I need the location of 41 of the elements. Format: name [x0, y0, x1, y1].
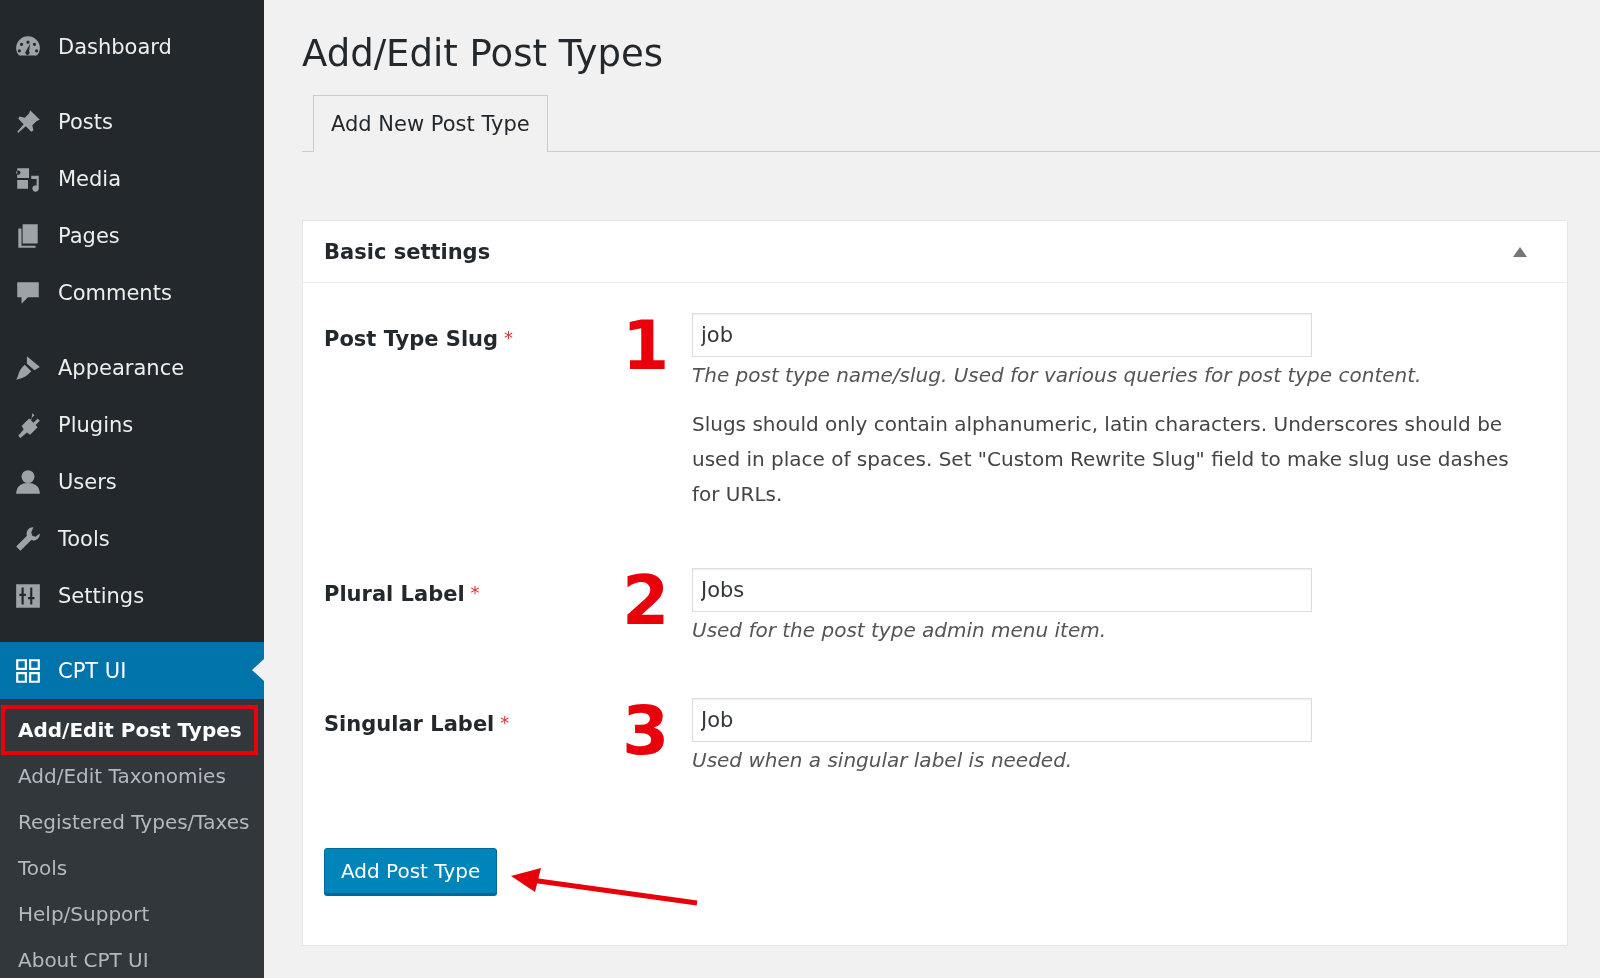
field-description: Used when a singular label is needed.: [692, 748, 1074, 772]
sidebar-menu-item[interactable]: Users: [0, 453, 264, 510]
tab[interactable]: Add New Post Type: [313, 95, 548, 152]
field-label: Singular Label: [324, 712, 495, 736]
field-description: The post type name/slug. Used for various queries for post type content.: [692, 363, 1423, 387]
sidebar-menu-item[interactable]: Tools: [0, 510, 264, 567]
text-input[interactable]: job: [692, 313, 1312, 357]
submenu-link[interactable]: Registered Types/Taxes: [3, 799, 264, 845]
panel-title: Basic settings: [324, 239, 491, 264]
annotation-number: 2: [622, 566, 671, 642]
help-text: Slugs should only contain alphanumeric, latin characters. Underscores should be used in place of spaces. Set "Custom Rewrite Slug" field to make slug use dashes for URLs.: [692, 411, 1510, 508]
grid-icon: [14, 656, 42, 685]
submenu-link[interactable]: Tools: [3, 845, 82, 891]
collapse-triangle-icon[interactable]: [1513, 246, 1527, 257]
sidebar-menu-item[interactable]: Posts: [0, 93, 264, 150]
required-mark: *: [504, 327, 514, 348]
sidebar-menu-item[interactable]: Comments: [0, 264, 264, 321]
field-description: Used for the post type admin menu item.: [692, 618, 1108, 642]
sidebar-menu-item[interactable]: Dashboard: [0, 18, 264, 75]
submenu-link[interactable]: Add/Edit Post Types: [3, 707, 256, 753]
page-title: Add/Edit Post Types: [302, 32, 664, 75]
annotation-number: 1: [622, 311, 671, 387]
submenu-link[interactable]: About CPT UI: [3, 937, 163, 978]
pushpin-icon: [14, 107, 42, 136]
field-label: Post Type Slug: [324, 327, 499, 351]
required-mark: *: [470, 582, 480, 603]
sidebar-menu-item[interactable]: Pages: [0, 207, 264, 264]
annotation-number: 3: [622, 696, 671, 772]
sidebar-menu-item[interactable]: Media: [0, 150, 264, 207]
sidebar-menu-item[interactable]: Plugins: [0, 396, 264, 453]
required-mark: *: [500, 712, 510, 733]
wrench-icon: [14, 524, 42, 553]
field-label: Plural Label: [324, 582, 465, 606]
submenu-link[interactable]: Add/Edit Taxonomies: [3, 753, 240, 799]
user-icon: [14, 467, 42, 496]
sidebar-menu-item[interactable]: CPT UI: [0, 642, 264, 699]
submenu-link[interactable]: Help/Support: [3, 891, 164, 937]
sidebar-menu-item[interactable]: Settings: [0, 567, 264, 624]
sliders-icon: [14, 581, 42, 610]
add-post-type-button[interactable]: Add Post Type: [324, 848, 498, 894]
sidebar-menu-item[interactable]: Appearance: [0, 339, 264, 396]
